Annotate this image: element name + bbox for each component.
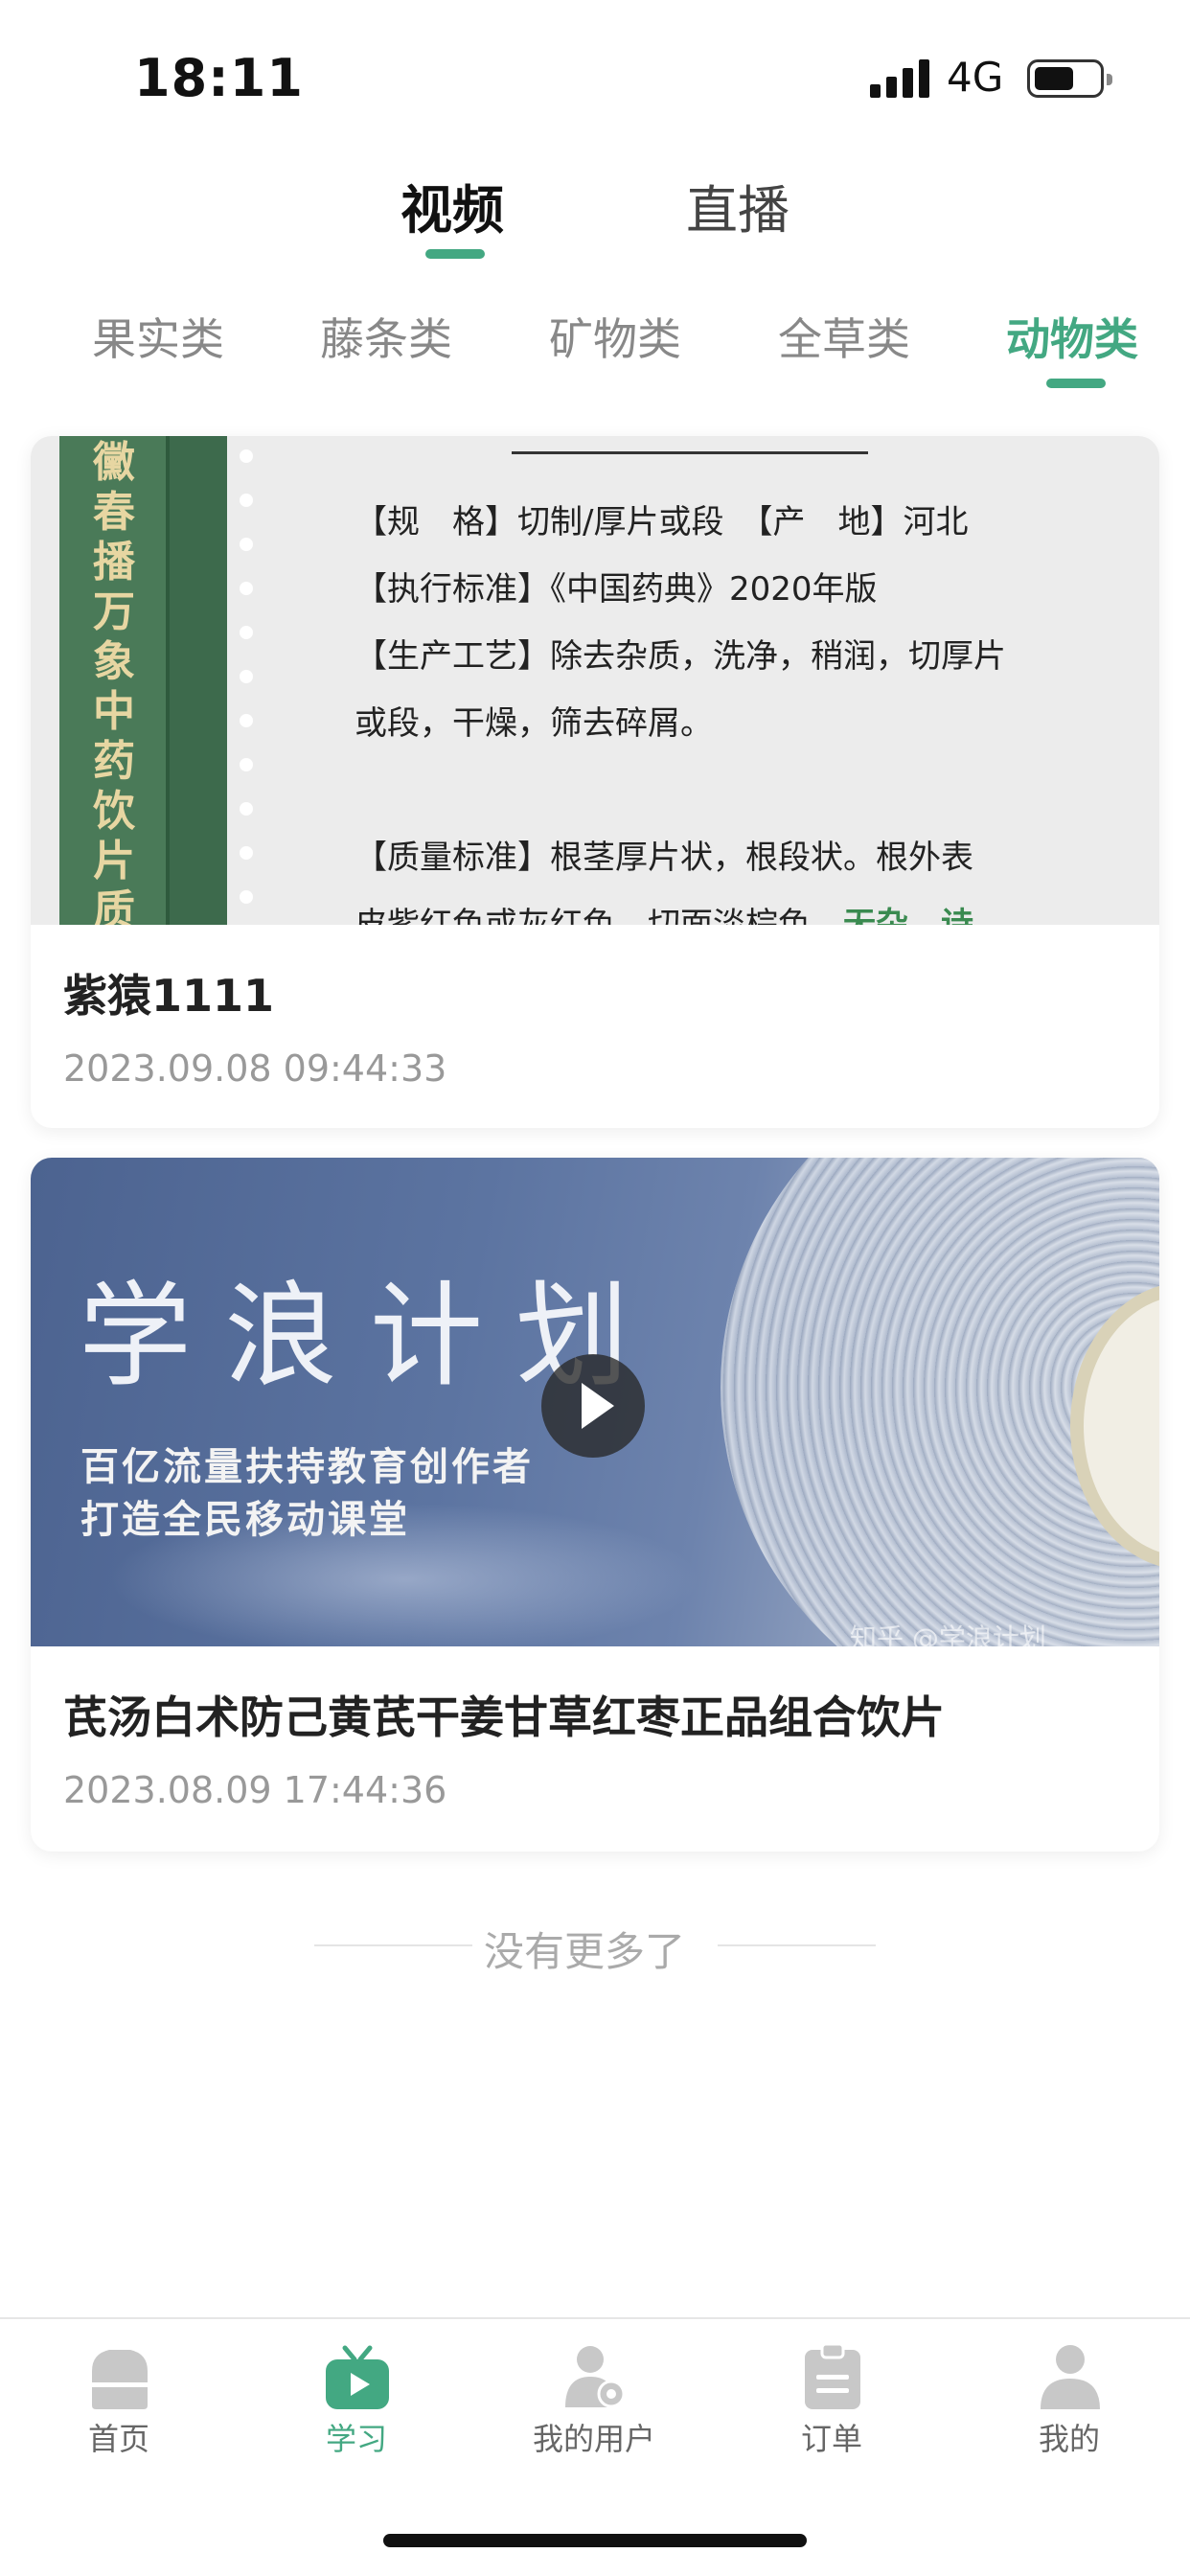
- poster-subtitle: 百亿流量扶持教育创作者: [80, 1444, 534, 1489]
- category-tab-animal[interactable]: 动物类: [1006, 305, 1138, 368]
- video-thumbnail[interactable]: 黴春播万象中药饮片质 【规 格】切制/厚片或段 【产 地】河北 【执行标准】《中…: [31, 436, 1159, 925]
- person-icon: [1041, 2345, 1100, 2409]
- tab-video-indicator: [425, 249, 485, 259]
- poster-subtitle: 打造全民移动课堂: [80, 1497, 410, 1542]
- category-tab-whole-herb[interactable]: 全草类: [778, 305, 910, 368]
- no-more-label: 没有更多了: [484, 1928, 686, 1975]
- home-indicator: [383, 2534, 807, 2547]
- thumbnail-spec-text: 【规 格】切制/厚片或段 【产 地】河北 【执行标准】《中国药典》2020年版 …: [355, 503, 1006, 925]
- video-card[interactable]: 黴春播万象中药饮片质 【规 格】切制/厚片或段 【产 地】河北 【执行标准】《中…: [31, 436, 1159, 1128]
- thumbnail-vertical-text: 黴春播万象中药饮片质: [93, 438, 135, 925]
- tab-home[interactable]: 首页: [0, 2319, 238, 2511]
- status-bar: 18:11 4G: [0, 0, 1190, 144]
- clipboard-icon: [805, 2342, 860, 2409]
- tab-mine[interactable]: 我的: [950, 2319, 1188, 2511]
- category-tab-vine[interactable]: 藤条类: [320, 305, 452, 368]
- signal-icon: [870, 59, 929, 98]
- divider: [718, 1944, 876, 1946]
- tab-study[interactable]: 学习: [238, 2319, 475, 2511]
- tab-my-users[interactable]: 我的用户: [475, 2319, 713, 2511]
- video-thumbnail[interactable]: 学浪计划 百亿流量扶持教育创作者 打造全民移动课堂 知乎 @学浪计划: [31, 1158, 1159, 1646]
- category-tab-indicator: [1046, 379, 1106, 388]
- video-title: 芪汤白术防己黄芪干姜甘草红枣正品组合饮片: [63, 1691, 945, 1743]
- tab-orders[interactable]: 订单: [713, 2319, 950, 2511]
- poster-watermark: 知乎 @学浪计划: [850, 1622, 1046, 1646]
- home-icon: [92, 2350, 148, 2409]
- user-gear-icon: [565, 2346, 626, 2408]
- battery-icon: [1027, 59, 1112, 98]
- video-title: 紫猿1111: [63, 970, 275, 1022]
- divider: [314, 1944, 472, 1946]
- tv-play-icon: [326, 2345, 389, 2409]
- tab-video[interactable]: 视频: [400, 168, 504, 243]
- play-icon[interactable]: [541, 1354, 645, 1458]
- network-label: 4G: [947, 54, 1004, 101]
- category-tab-mineral[interactable]: 矿物类: [549, 305, 681, 368]
- video-date: 2023.08.09 17:44:36: [63, 1769, 447, 1811]
- tab-live[interactable]: 直播: [686, 168, 790, 243]
- video-date: 2023.09.08 09:44:33: [63, 1047, 447, 1090]
- video-card[interactable]: 学浪计划 百亿流量扶持教育创作者 打造全民移动课堂 知乎 @学浪计划 芪汤白术防…: [31, 1158, 1159, 1852]
- status-time: 18:11: [134, 48, 304, 108]
- category-tab-fruit[interactable]: 果实类: [92, 305, 224, 368]
